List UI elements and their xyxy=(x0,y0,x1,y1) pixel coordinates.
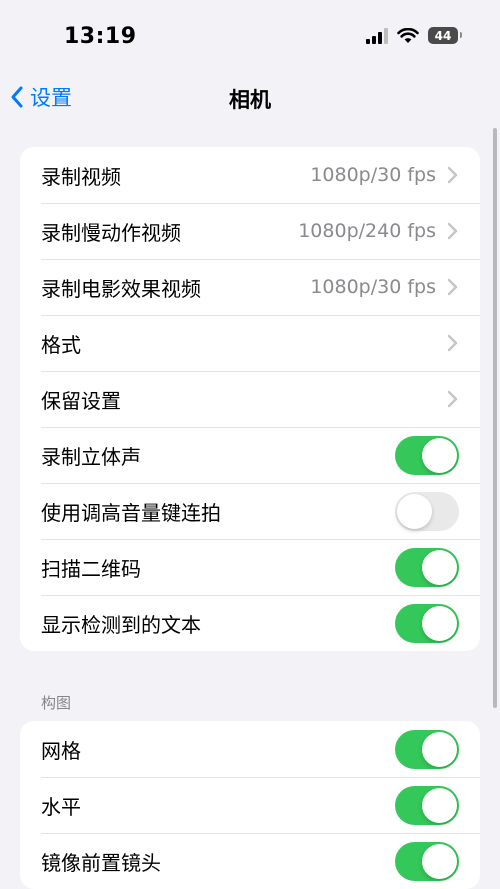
row-label: 显示检测到的文本 xyxy=(41,612,201,637)
chevron-right-icon xyxy=(447,334,458,352)
settings-row[interactable]: 录制视频 1080p/30 fps xyxy=(20,147,480,203)
toggle-row: 使用调高音量键连拍 xyxy=(20,483,480,539)
toggle-knob xyxy=(422,437,457,473)
row-label: 使用调高音量键连拍 xyxy=(41,500,221,525)
page-title: 相机 xyxy=(229,88,271,112)
wifi-icon xyxy=(397,27,419,43)
row-label: 格式 xyxy=(41,332,81,357)
chevron-right-icon xyxy=(447,166,458,184)
row-value: 1080p/30 fps xyxy=(310,164,436,186)
row-label: 网格 xyxy=(41,738,81,763)
toggle-switch[interactable] xyxy=(395,729,459,769)
row-label: 录制慢动作视频 xyxy=(41,220,181,245)
row-label: 镜像前置镜头 xyxy=(41,850,161,875)
status-icons: 44 xyxy=(366,27,462,44)
toggle-knob xyxy=(422,843,457,879)
status-time: 13:19 xyxy=(64,24,137,49)
row-label: 扫描二维码 xyxy=(41,556,141,581)
camera-settings-group: 录制视频 1080p/30 fps 录制慢动作视频 1080p/240 fps 录制电影… xyxy=(20,147,480,651)
toggle-row: 显示检测到的文本 xyxy=(20,595,480,651)
chevron-right-icon xyxy=(447,222,458,240)
toggle-switch[interactable] xyxy=(395,547,459,587)
toggle-switch[interactable] xyxy=(395,603,459,643)
toggle-switch[interactable] xyxy=(395,841,459,881)
toggle-switch[interactable] xyxy=(395,785,459,825)
row-label: 录制视频 xyxy=(41,164,121,189)
row-value: 1080p/240 fps xyxy=(298,220,436,242)
toggle-row: 网格 xyxy=(20,721,480,777)
status-bar: 13:19 44 xyxy=(0,0,500,74)
row-label: 录制立体声 xyxy=(41,444,141,469)
toggle-knob xyxy=(422,787,457,823)
navigation-bar: 设置 相机 xyxy=(0,74,500,122)
scrollbar[interactable] xyxy=(493,128,497,708)
toggle-switch[interactable] xyxy=(395,435,459,475)
section-header-composition: 构图 xyxy=(41,694,72,712)
settings-row[interactable]: 格式 xyxy=(20,315,480,371)
toggle-row: 水平 xyxy=(20,777,480,833)
row-label: 录制电影效果视频 xyxy=(41,276,201,301)
toggle-knob xyxy=(422,549,457,585)
settings-row[interactable]: 保留设置 xyxy=(20,371,480,427)
toggle-knob xyxy=(422,605,457,641)
settings-row[interactable]: 录制慢动作视频 1080p/240 fps xyxy=(20,203,480,259)
row-value: 1080p/30 fps xyxy=(310,276,436,298)
toggle-row: 录制立体声 xyxy=(20,427,480,483)
toggle-knob xyxy=(422,731,457,767)
row-label: 保留设置 xyxy=(41,388,121,413)
row-label: 水平 xyxy=(41,794,81,819)
chevron-right-icon xyxy=(447,390,458,408)
battery-level: 44 xyxy=(434,28,452,43)
settings-row[interactable]: 录制电影效果视频 1080p/30 fps xyxy=(20,259,480,315)
toggle-switch[interactable] xyxy=(395,491,459,531)
toggle-row: 镜像前置镜头 xyxy=(20,833,480,889)
composition-settings-group: 网格水平镜像前置镜头 xyxy=(20,721,480,889)
toggle-knob xyxy=(397,493,432,529)
toggle-row: 扫描二维码 xyxy=(20,539,480,595)
cellular-signal-icon xyxy=(366,27,388,44)
battery-icon: 44 xyxy=(428,27,462,44)
chevron-right-icon xyxy=(447,278,458,296)
